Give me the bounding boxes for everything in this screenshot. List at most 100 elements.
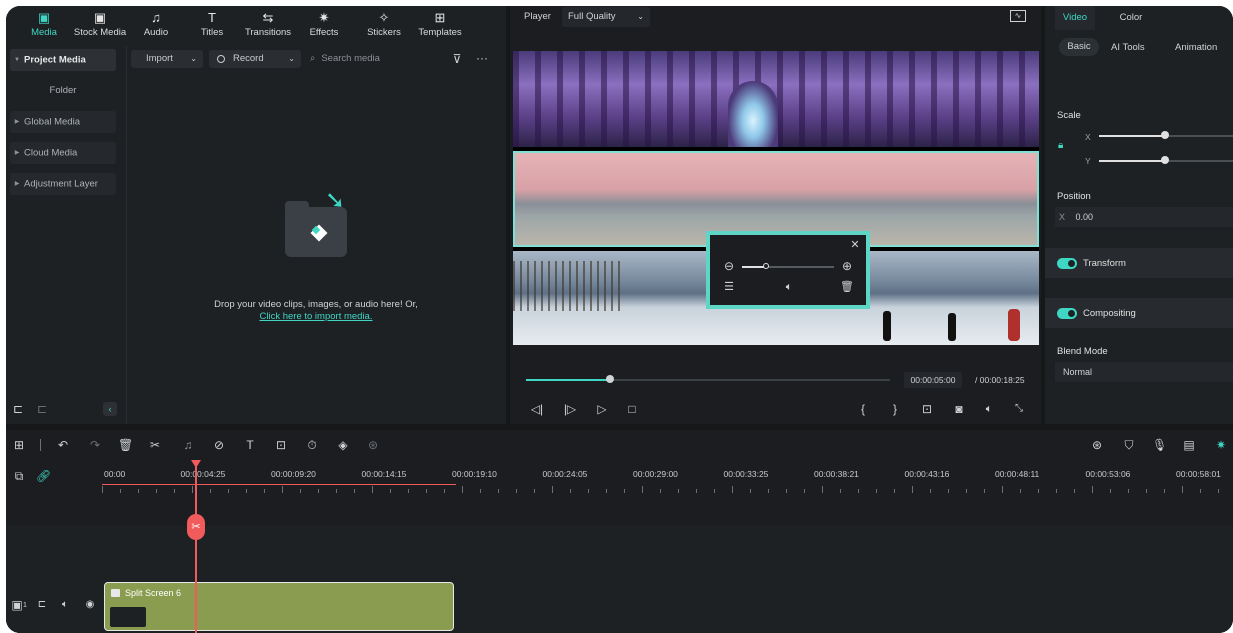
volume-icon[interactable]: 🔈︎: [982, 402, 996, 416]
download-arrow-icon: ➘: [325, 187, 346, 214]
ruler-tick: [192, 486, 193, 493]
tab-templates[interactable]: ⊞ Templates: [412, 6, 468, 42]
speaker-icon[interactable]: 🔈︎: [782, 280, 796, 294]
trash-icon[interactable]: 🗑︎: [840, 280, 854, 294]
waveform-monitor-icon[interactable]: ∿: [1010, 10, 1026, 22]
scale-x-slider[interactable]: [1099, 131, 1233, 139]
search-media-field[interactable]: ⌕ Search media: [306, 50, 436, 68]
tab-stickers[interactable]: ✧ Stickers: [356, 6, 412, 42]
tab-video[interactable]: Video: [1055, 6, 1095, 30]
display-icon[interactable]: ⊡: [920, 402, 934, 416]
next-frame-icon[interactable]: |▷: [563, 402, 577, 416]
render-icon[interactable]: ⊛: [1090, 438, 1104, 452]
link-icon[interactable]: 🔗︎: [36, 469, 51, 483]
chevron-down-icon: ⌄: [637, 12, 644, 21]
timeline-clip[interactable]: Split Screen 6: [104, 582, 454, 631]
ruler-tick: [516, 489, 517, 493]
compositing-section[interactable]: Compositing: [1045, 298, 1233, 328]
stop-icon[interactable]: □: [625, 402, 639, 416]
speed-icon[interactable]: ⊘: [212, 438, 226, 452]
ruler-tick: [1092, 486, 1093, 493]
text-icon[interactable]: T: [243, 438, 257, 452]
collapse-sidebar-button[interactable]: ‹: [103, 402, 117, 416]
crop-icon[interactable]: ⊡: [274, 438, 288, 452]
undo-icon[interactable]: ↶: [56, 438, 70, 452]
ai-sparkle-icon[interactable]: ✷: [1214, 438, 1228, 452]
subtab-animation[interactable]: Animation: [1175, 42, 1217, 53]
redo-icon[interactable]: ↷: [88, 438, 102, 452]
tab-color[interactable]: Color: [1111, 6, 1151, 30]
tab-titles[interactable]: T Titles: [184, 6, 240, 42]
adjust-sliders-icon[interactable]: ☰: [723, 280, 735, 294]
folder-lock-icon[interactable]: ⊏: [36, 598, 48, 612]
mark-out-icon[interactable]: }: [890, 402, 900, 416]
scrubber-knob[interactable]: [605, 375, 614, 383]
scissors-icon[interactable]: ✂: [148, 438, 162, 452]
split-frame-forest[interactable]: [513, 51, 1039, 147]
play-icon[interactable]: ▷: [595, 402, 609, 416]
record-dropdown[interactable]: Record ⌄: [209, 50, 301, 68]
divider: [40, 439, 41, 451]
new-folder-icon[interactable]: ⊏: [12, 402, 24, 416]
add-track-icon[interactable]: ⧉: [12, 469, 26, 483]
import-media-link[interactable]: Click here to import media.: [128, 311, 504, 322]
split-playhead-button[interactable]: ✂: [187, 514, 205, 540]
eye-icon[interactable]: ◉: [84, 598, 96, 612]
ruler-tick: [894, 489, 895, 493]
position-x-field[interactable]: X 0.00: [1055, 207, 1233, 227]
sidebar-item-cloud-media[interactable]: ▶ Cloud Media: [10, 142, 116, 164]
import-dropdown[interactable]: Import ⌄: [131, 50, 203, 68]
sidebar-item-project-media[interactable]: ▼ Project Media: [10, 49, 116, 71]
sidebar-item-global-media[interactable]: ▶ Global Media: [10, 111, 116, 133]
ruler-tick: [552, 486, 553, 493]
shield-icon[interactable]: ⛉: [1122, 438, 1136, 452]
video-preview[interactable]: ✕ ⊖ ⊕ ☰ 🔈︎ 🗑︎: [513, 51, 1039, 345]
keyframe-icon[interactable]: ◈: [336, 438, 350, 452]
tab-media[interactable]: ▣ Media: [16, 6, 72, 42]
sidebar-item-folder[interactable]: Folder: [10, 80, 116, 102]
ruler-tick: [1056, 489, 1057, 493]
volume-slider[interactable]: [742, 263, 834, 269]
snapshot-icon[interactable]: ◙: [952, 402, 966, 416]
previous-frame-icon[interactable]: ◁|: [530, 402, 544, 416]
quality-dropdown[interactable]: Full Quality ⌄: [562, 7, 650, 27]
fullscreen-icon[interactable]: ⤡: [1012, 402, 1026, 416]
transform-section[interactable]: Transform: [1045, 248, 1233, 278]
ruler-time-label: 00:00:48:11: [995, 469, 1040, 479]
compositing-toggle[interactable]: [1057, 308, 1077, 319]
timeline-ruler[interactable]: 00:00 00:00:04:25 00:00:09:20 00:00:14:15 00…: [102, 460, 1233, 496]
lock-icon[interactable]: 🔒︎: [1058, 140, 1063, 151]
caret-right-icon: ▶: [14, 119, 20, 125]
trash-icon[interactable]: 🗑︎: [118, 438, 133, 452]
zoom-in-icon[interactable]: ⊕: [841, 259, 853, 273]
folder-icon[interactable]: ⊏: [36, 402, 48, 416]
speaker-icon[interactable]: 🔈︎: [59, 598, 71, 612]
subtab-ai-tools[interactable]: AI Tools: [1111, 42, 1145, 53]
drop-zone[interactable]: ➘ Drop your video clips, images, or audi…: [128, 72, 504, 422]
voiceover-icon[interactable]: ▤: [1182, 438, 1196, 452]
ruler-tick: [1128, 489, 1129, 493]
tab-audio[interactable]: ♫ Audio: [128, 6, 184, 42]
transform-toggle[interactable]: [1057, 258, 1077, 269]
sidebar-item-adjustment-layer[interactable]: ▶ Adjustment Layer: [10, 173, 116, 195]
layout-icon[interactable]: ⊞: [12, 438, 26, 452]
blend-mode-dropdown[interactable]: Normal: [1055, 362, 1233, 382]
playhead[interactable]: [195, 462, 197, 633]
zoom-out-icon[interactable]: ⊖: [723, 259, 735, 273]
tab-transitions[interactable]: ⇆ Transitions: [240, 6, 296, 42]
microphone-icon[interactable]: 🎙︎: [1152, 438, 1167, 452]
more-options-icon[interactable]: ···: [474, 51, 490, 65]
tab-effects[interactable]: ✷ Effects: [296, 6, 352, 42]
ruler-tick: [480, 489, 481, 493]
subtab-basic[interactable]: Basic: [1059, 38, 1099, 56]
audio-split-icon[interactable]: ♫: [179, 438, 197, 452]
tab-stock-media[interactable]: ▣ Stock Media: [72, 6, 128, 42]
close-icon[interactable]: ✕: [849, 238, 861, 252]
mark-in-icon[interactable]: {: [858, 402, 868, 416]
current-time[interactable]: 00:00:05:00: [904, 372, 962, 388]
scale-y-slider[interactable]: [1099, 156, 1233, 164]
ai-icon[interactable]: ⊛: [366, 438, 380, 452]
filter-icon[interactable]: ⊽: [450, 52, 464, 66]
playback-scrubber[interactable]: [526, 375, 890, 383]
timer-icon[interactable]: ⏱︎: [305, 438, 319, 452]
